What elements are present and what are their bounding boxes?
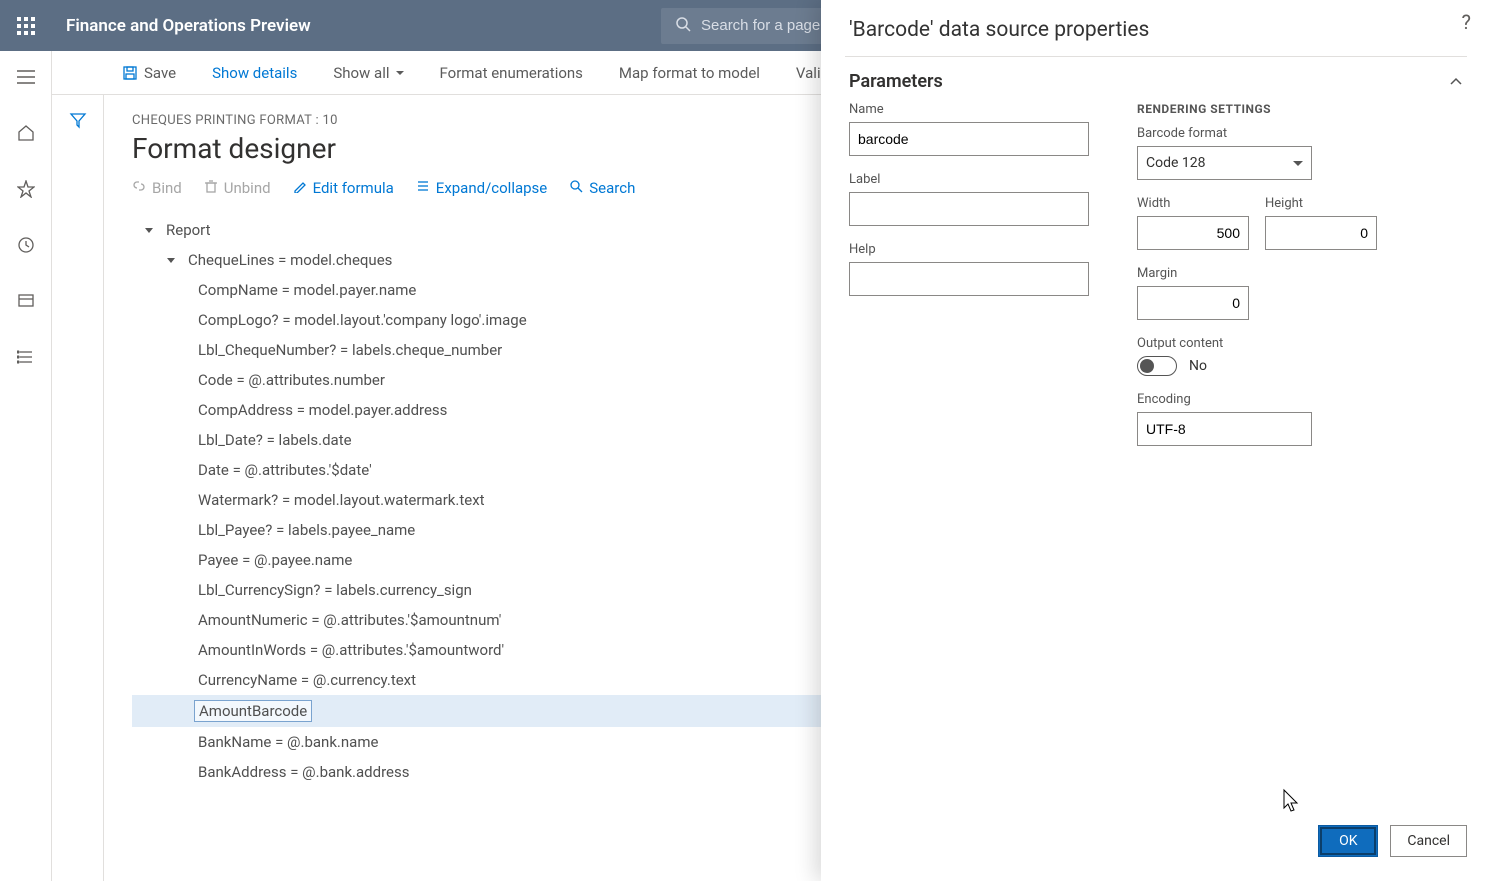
hamburger-icon[interactable] xyxy=(8,59,44,95)
app-launcher-icon[interactable] xyxy=(0,0,52,51)
modules-icon[interactable] xyxy=(8,339,44,375)
trash-icon xyxy=(204,179,218,197)
link-icon xyxy=(132,179,146,197)
parameters-section-header[interactable]: Parameters xyxy=(821,71,1491,102)
label-input[interactable] xyxy=(849,192,1089,226)
save-icon xyxy=(122,65,138,81)
format-enum-button[interactable]: Format enumerations xyxy=(434,60,589,86)
search-button[interactable]: Search xyxy=(569,179,635,197)
home-icon[interactable] xyxy=(8,115,44,151)
search-icon xyxy=(675,16,691,36)
search-icon xyxy=(569,179,583,197)
barcode-format-select[interactable]: Code 128 xyxy=(1137,146,1312,180)
chevron-up-icon xyxy=(1449,74,1463,90)
show-details-button[interactable]: Show details xyxy=(206,60,303,86)
favorites-icon[interactable] xyxy=(8,171,44,207)
map-format-button[interactable]: Map format to model xyxy=(613,60,766,86)
tree-node-label: Lbl_Date? = labels.date xyxy=(194,430,356,450)
field-label: Label xyxy=(849,172,1089,226)
encoding-input[interactable] xyxy=(1137,412,1312,446)
field-encoding: Encoding xyxy=(1137,392,1312,446)
tree-node-label: Code = @.attributes.number xyxy=(194,370,389,390)
height-input[interactable] xyxy=(1265,216,1377,250)
tree-node-label: Date = @.attributes.'$date' xyxy=(194,460,376,480)
pencil-icon xyxy=(293,179,307,197)
tree-node-label: Lbl_ChequeNumber? = labels.cheque_number xyxy=(194,340,506,360)
tree-node-label: Payee = @.payee.name xyxy=(194,550,356,570)
filter-icon[interactable] xyxy=(69,111,87,881)
show-all-dropdown[interactable]: Show all xyxy=(327,60,409,86)
unbind-button[interactable]: Unbind xyxy=(204,179,271,197)
save-label: Save xyxy=(144,64,176,82)
separator xyxy=(845,56,1467,57)
filter-column xyxy=(52,95,104,881)
margin-input[interactable] xyxy=(1137,286,1249,320)
list-icon xyxy=(416,179,430,197)
panel-footer: OK Cancel xyxy=(821,825,1491,881)
caret-down-icon xyxy=(164,253,178,267)
tree-node-label: Watermark? = model.layout.watermark.text xyxy=(194,490,489,510)
field-height: Height xyxy=(1265,196,1377,250)
field-margin: Margin xyxy=(1137,266,1249,320)
ok-button[interactable]: OK xyxy=(1318,825,1378,857)
recent-icon[interactable] xyxy=(8,227,44,263)
output-content-toggle[interactable] xyxy=(1137,356,1177,376)
edit-formula-button[interactable]: Edit formula xyxy=(293,179,394,197)
left-rail xyxy=(0,51,52,881)
output-content-value: No xyxy=(1189,358,1207,374)
tree-node-label: CompName = model.payer.name xyxy=(194,280,420,300)
workspaces-icon[interactable] xyxy=(8,283,44,319)
tree-node-label: CompLogo? = model.layout.'company logo'.… xyxy=(194,310,531,330)
field-help: Help xyxy=(849,242,1089,296)
caret-down-icon xyxy=(142,223,156,237)
help-input[interactable] xyxy=(849,262,1089,296)
field-barcode-format: Barcode format Code 128 xyxy=(1137,126,1463,180)
width-input[interactable] xyxy=(1137,216,1249,250)
save-button[interactable]: Save xyxy=(116,60,182,86)
tree-node-label: AmountNumeric = @.attributes.'$amountnum… xyxy=(194,610,505,630)
parameters-heading: Parameters xyxy=(849,71,943,92)
bind-button[interactable]: Bind xyxy=(132,179,182,197)
tree-node-label: CurrencyName = @.currency.text xyxy=(194,670,420,690)
tree-node-label: BankAddress = @.bank.address xyxy=(194,762,413,782)
panel-title: 'Barcode' data source properties xyxy=(821,0,1491,42)
properties-panel: ? 'Barcode' data source properties Param… xyxy=(821,0,1491,881)
expand-collapse-button[interactable]: Expand/collapse xyxy=(416,179,547,197)
properties-body: Name Label Help RENDERING SETTINGS Barco… xyxy=(821,102,1491,462)
tree-node-label: BankName = @.bank.name xyxy=(194,732,382,752)
help-icon[interactable]: ? xyxy=(1462,10,1471,34)
tree-node-label: Lbl_CurrencySign? = labels.currency_sign xyxy=(194,580,476,600)
tree-node-label: Lbl_Payee? = labels.payee_name xyxy=(194,520,419,540)
tree-node-label: AmountBarcode xyxy=(194,700,312,722)
field-output-content: Output content No xyxy=(1137,336,1463,376)
cancel-button[interactable]: Cancel xyxy=(1390,825,1467,857)
app-title: Finance and Operations Preview xyxy=(52,16,311,36)
field-width: Width xyxy=(1137,196,1249,250)
rendering-settings-heading: RENDERING SETTINGS xyxy=(1137,102,1463,116)
field-name: Name xyxy=(849,102,1089,156)
tree-node-label: AmountInWords = @.attributes.'$amountwor… xyxy=(194,640,508,660)
tree-node-label: CompAddress = model.payer.address xyxy=(194,400,451,420)
name-input[interactable] xyxy=(849,122,1089,156)
